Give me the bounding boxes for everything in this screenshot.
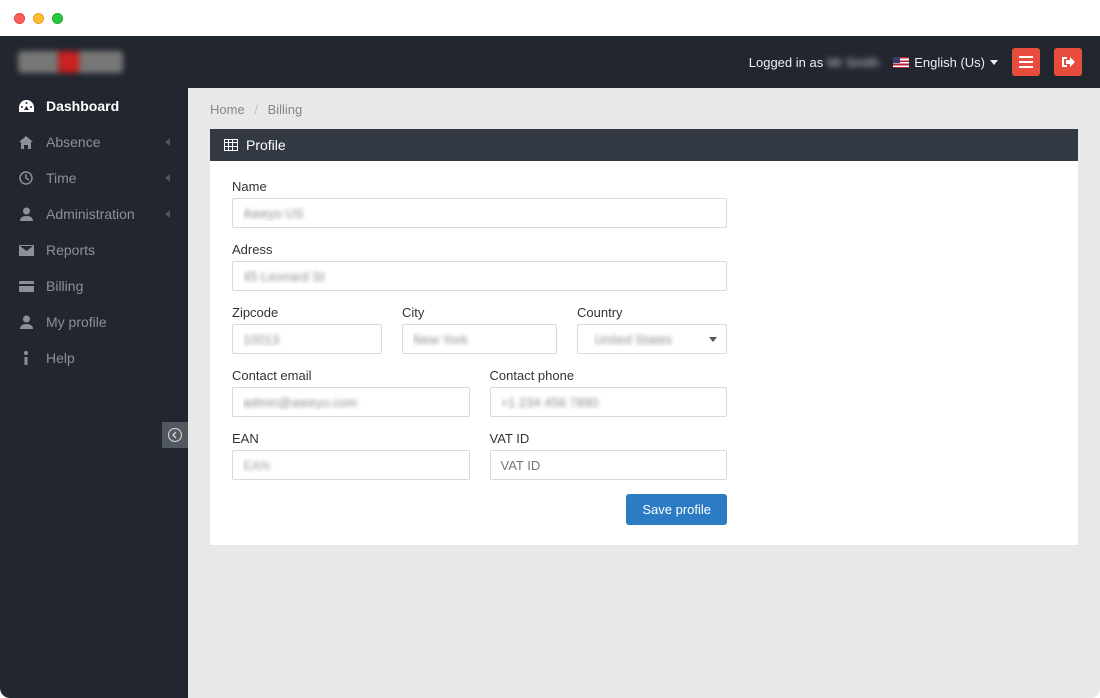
card-header: Profile bbox=[210, 129, 1078, 161]
window-close-dot[interactable] bbox=[14, 13, 25, 24]
address-input[interactable] bbox=[232, 261, 727, 291]
address-label: Adress bbox=[232, 242, 727, 257]
zipcode-label: Zipcode bbox=[232, 305, 382, 320]
chevron-left-icon bbox=[165, 210, 170, 218]
email-label: Contact email bbox=[232, 368, 470, 383]
country-label: Country bbox=[577, 305, 727, 320]
chevron-left-icon bbox=[165, 174, 170, 182]
ean-input[interactable] bbox=[232, 450, 470, 480]
arrow-left-circle-icon bbox=[168, 428, 182, 442]
sidebar-item-my-profile[interactable]: My profile bbox=[0, 304, 188, 340]
breadcrumb: Home / Billing bbox=[210, 102, 1078, 117]
sidebar: Dashboard Absence Time Administration bbox=[0, 88, 188, 698]
card-title: Profile bbox=[246, 137, 286, 153]
sidebar-item-reports[interactable]: Reports bbox=[0, 232, 188, 268]
window-max-dot[interactable] bbox=[52, 13, 63, 24]
chevron-down-icon bbox=[990, 60, 998, 65]
menu-button[interactable] bbox=[1012, 48, 1040, 76]
tachometer-icon bbox=[18, 100, 34, 113]
sidebar-item-label: Time bbox=[46, 170, 153, 186]
logged-in-text: Logged in as Mr Smith bbox=[749, 55, 879, 70]
name-label: Name bbox=[232, 179, 727, 194]
sidebar-item-label: Billing bbox=[46, 278, 170, 294]
profile-card: Profile Name Adress bbox=[210, 129, 1078, 545]
sidebar-item-time[interactable]: Time bbox=[0, 160, 188, 196]
user-icon bbox=[18, 315, 34, 329]
bars-icon bbox=[1019, 56, 1033, 68]
phone-label: Contact phone bbox=[490, 368, 728, 383]
info-icon bbox=[18, 351, 34, 365]
logout-button[interactable] bbox=[1054, 48, 1082, 76]
main-content: Home / Billing Profile Name bbox=[188, 88, 1100, 698]
browser-window-controls bbox=[0, 0, 1100, 36]
table-icon bbox=[224, 139, 238, 151]
city-label: City bbox=[402, 305, 557, 320]
home-icon bbox=[18, 136, 34, 149]
envelope-icon bbox=[18, 245, 34, 256]
sidebar-item-billing[interactable]: Billing bbox=[0, 268, 188, 304]
logout-icon bbox=[1061, 55, 1075, 69]
chevron-left-icon bbox=[165, 138, 170, 146]
sidebar-item-label: My profile bbox=[46, 314, 170, 330]
phone-input[interactable] bbox=[490, 387, 728, 417]
credit-card-icon bbox=[18, 281, 34, 292]
language-selector[interactable]: English (Us) bbox=[893, 55, 998, 70]
sidebar-collapse-button[interactable] bbox=[162, 422, 188, 448]
user-name: Mr Smith bbox=[827, 55, 879, 70]
sidebar-item-label: Reports bbox=[46, 242, 170, 258]
sidebar-item-dashboard[interactable]: Dashboard bbox=[0, 88, 188, 124]
sidebar-item-label: Help bbox=[46, 350, 170, 366]
vat-input[interactable] bbox=[490, 450, 728, 480]
clock-icon bbox=[18, 171, 34, 185]
save-profile-button[interactable]: Save profile bbox=[626, 494, 727, 525]
name-input[interactable] bbox=[232, 198, 727, 228]
sidebar-item-label: Absence bbox=[46, 134, 153, 150]
user-icon bbox=[18, 207, 34, 221]
sidebar-item-label: Dashboard bbox=[46, 98, 170, 114]
sidebar-item-help[interactable]: Help bbox=[0, 340, 188, 376]
us-flag-icon bbox=[893, 57, 909, 68]
vat-label: VAT ID bbox=[490, 431, 728, 446]
sidebar-item-label: Administration bbox=[46, 206, 153, 222]
ean-label: EAN bbox=[232, 431, 470, 446]
sidebar-item-absence[interactable]: Absence bbox=[0, 124, 188, 160]
window-min-dot[interactable] bbox=[33, 13, 44, 24]
email-input[interactable] bbox=[232, 387, 470, 417]
breadcrumb-current: Billing bbox=[268, 102, 303, 117]
city-input[interactable] bbox=[402, 324, 557, 354]
country-select[interactable] bbox=[577, 324, 727, 354]
sidebar-item-administration[interactable]: Administration bbox=[0, 196, 188, 232]
breadcrumb-home[interactable]: Home bbox=[210, 102, 245, 117]
language-label: English (Us) bbox=[914, 55, 985, 70]
topbar: Logged in as Mr Smith English (Us) bbox=[0, 36, 1100, 88]
app-logo bbox=[18, 51, 123, 73]
zipcode-input[interactable] bbox=[232, 324, 382, 354]
